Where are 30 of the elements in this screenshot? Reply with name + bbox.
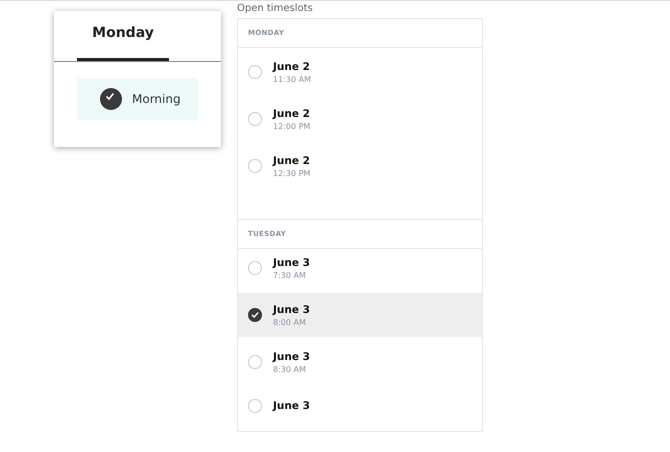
slot-date: June 3 — [273, 304, 310, 316]
timeslot-row[interactable]: June 3 8:30 AM — [238, 343, 482, 381]
slot-time: 12:00 PM — [273, 122, 310, 130]
slot-date: June 3 — [273, 256, 310, 268]
section-heading: Open timeslots — [237, 2, 314, 15]
timeslot-row[interactable]: June 2 12:00 PM — [238, 99, 482, 139]
slot-date: June 3 — [273, 350, 310, 362]
timeslot-row[interactable]: June 3 7:30 AM — [238, 249, 482, 287]
timeslot-row[interactable]: June 2 11:30 AM — [238, 52, 482, 92]
slot-time: 11:30 AM — [273, 74, 311, 84]
slot-date: June 2 — [273, 60, 311, 72]
slot-time: 8:00 AM — [273, 318, 307, 326]
slot-time: 8:30 AM — [273, 364, 307, 374]
radio-button[interactable] — [248, 355, 262, 369]
checked-radio-icon[interactable] — [248, 308, 262, 322]
radio-button[interactable] — [248, 261, 262, 275]
radio-button[interactable] — [248, 159, 262, 173]
timeslot-row[interactable]: June 3 — [238, 387, 482, 425]
radio-button[interactable] — [248, 112, 262, 126]
period-option[interactable]: Morning — [77, 78, 198, 120]
slot-time: 12:30 PM — [273, 168, 310, 178]
radio-button[interactable] — [248, 399, 262, 413]
radio-button[interactable] — [248, 65, 262, 79]
slot-time: 7:30 AM — [273, 270, 307, 280]
timeslot-row[interactable]: June 2 12:30 PM — [238, 146, 482, 186]
timeslot-row[interactable]: June 3 8:00 AM — [238, 293, 482, 337]
slot-date: June 2 — [273, 108, 310, 120]
slot-date: June 3 — [273, 400, 310, 412]
day-tab[interactable]: Monday — [77, 11, 169, 61]
slot-date: June 2 — [273, 154, 310, 166]
